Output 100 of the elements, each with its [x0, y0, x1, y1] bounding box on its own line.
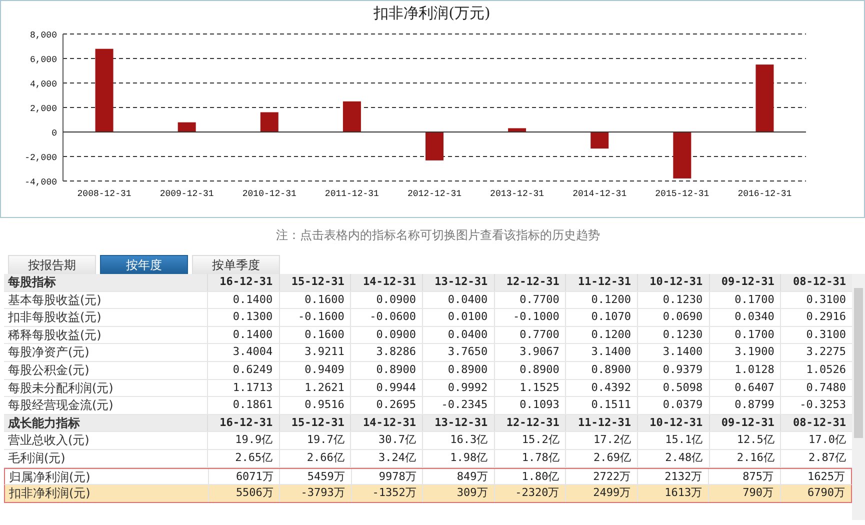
table-cell: 0.0400 [422, 326, 494, 344]
table-cell: 0.9516 [278, 397, 350, 414]
table-cell: 0.8900 [422, 362, 494, 379]
column-header: 16-12-31 [207, 414, 279, 432]
table-cell: 0.1861 [207, 397, 279, 414]
tab[interactable]: 按报告期 [8, 255, 96, 274]
table-cell: 0.0900 [350, 292, 422, 308]
tab[interactable]: 按年度 [100, 255, 188, 274]
table-cell: 1.78亿 [494, 450, 566, 467]
table-cell: 3.9067 [494, 344, 566, 361]
indicator-link[interactable]: 毛利润(元) [4, 450, 207, 467]
table-cell: 16.3亿 [422, 432, 494, 449]
table-cell: -3793万 [279, 485, 351, 502]
column-header: 12-12-31 [494, 274, 566, 291]
table-cell: 0.9379 [636, 362, 709, 379]
indicator-link[interactable]: 扣非每股收益(元) [4, 309, 207, 326]
bar [756, 64, 774, 132]
table-cell: 0.0340 [708, 309, 780, 326]
indicator-link[interactable]: 每股净资产(元) [4, 344, 207, 361]
table-cell: 3.1400 [565, 344, 637, 361]
column-header: 09-12-31 [708, 414, 780, 432]
bar [426, 132, 444, 160]
table-cell: 0.7700 [494, 292, 566, 308]
bar [590, 132, 609, 149]
table-cell: 15.2亿 [494, 432, 566, 449]
table-cell: 3.8286 [350, 344, 422, 361]
table-cell: 3.7650 [422, 344, 494, 361]
table-cell: 2.65亿 [207, 450, 279, 467]
table-cell: -0.1600 [278, 309, 350, 326]
table-cell: 5506万 [208, 485, 280, 502]
table-cell: 2.66亿 [278, 450, 350, 467]
table-cell: -0.0600 [350, 309, 422, 326]
section-header: 每股指标 [7, 274, 57, 291]
table-cell: 1.1525 [494, 380, 566, 396]
column-header: 14-12-31 [350, 274, 422, 291]
x-tick-label: 2015-12-31 [655, 189, 710, 199]
table-cell: 2.69亿 [565, 450, 637, 467]
table-cell: 0.8900 [565, 362, 637, 379]
table-cell: 1.1713 [207, 380, 279, 396]
y-tick-label: 2,000 [30, 104, 57, 114]
table-cell: 19.9亿 [207, 432, 279, 449]
table-cell: 3.1900 [708, 344, 780, 361]
column-header: 14-12-31 [350, 414, 422, 432]
hint-text: 注：点击表格内的指标名称可切换图片查看该指标的历史趋势 [276, 227, 600, 244]
indicator-link[interactable]: 稀释每股收益(元) [4, 326, 207, 344]
y-tick-label: -4,000 [24, 178, 57, 188]
y-tick-label: 0 [52, 128, 57, 138]
indicator-link[interactable]: 每股经营现金流(元) [4, 397, 207, 414]
table-cell: 12.5亿 [708, 432, 780, 449]
table-cell: 0.6407 [708, 380, 780, 396]
tab[interactable]: 按单季度 [192, 255, 280, 274]
table-cell: 0.8900 [494, 362, 566, 379]
table-cell: 1613万 [636, 485, 708, 502]
indicator-link[interactable]: 扣非净利润(元) [5, 485, 208, 502]
table-cell: 0.1093 [494, 397, 566, 414]
bar [673, 132, 692, 178]
x-tick-label: 2010-12-31 [242, 189, 296, 199]
indicator-link[interactable]: 每股公积金(元) [4, 362, 207, 379]
table-cell: 0.4392 [565, 380, 637, 396]
table-cell: 0.0100 [422, 309, 494, 326]
table-cell: 6790万 [780, 485, 851, 502]
table-cell: 3.24亿 [350, 450, 422, 467]
table-cell: 0.1300 [207, 309, 279, 326]
table-cell: 3.4004 [207, 344, 279, 361]
table-cell: 0.9992 [422, 380, 494, 396]
table-cell: 0.2695 [350, 397, 422, 414]
scroll-thumb[interactable] [854, 288, 863, 438]
table-cell: 0.1200 [565, 292, 637, 308]
table-cell: 2499万 [565, 485, 637, 502]
indicator-link[interactable]: 基本每股收益(元) [4, 292, 207, 308]
indicator-link[interactable]: 营业总收入(元) [4, 432, 207, 449]
table-cell: 0.8900 [350, 362, 422, 379]
table-cell: 790万 [708, 485, 780, 502]
x-tick-label: 2008-12-31 [77, 189, 132, 199]
y-tick-label: 4,000 [30, 80, 57, 90]
x-tick-label: 2013-12-31 [490, 189, 544, 199]
table-cell: 0.1511 [565, 397, 637, 414]
table-cell: 0.1600 [278, 326, 350, 344]
table-cell: 30.7亿 [350, 432, 422, 449]
bar [178, 122, 196, 132]
column-header: 16-12-31 [207, 274, 279, 291]
y-tick-label: -2,000 [24, 153, 57, 163]
table-cell: 0.1600 [278, 292, 350, 308]
table-cell: -2320万 [494, 485, 566, 502]
x-tick-label: 2011-12-31 [324, 189, 379, 199]
table-cell: 3.9211 [278, 344, 350, 361]
table-cell: 0.9409 [278, 362, 350, 379]
indicator-link[interactable]: 每股未分配利润(元) [4, 380, 207, 396]
column-header: 11-12-31 [565, 414, 637, 432]
column-header: 15-12-31 [278, 414, 350, 432]
table-cell: 15.1亿 [636, 432, 709, 449]
table-cell: 0.1230 [636, 326, 709, 344]
table-cell: 1.98亿 [422, 450, 494, 467]
scrollbar[interactable] [852, 274, 865, 520]
table-cell: 0.1400 [207, 326, 279, 344]
table-cell: 0.0900 [350, 326, 422, 344]
y-tick-label: 6,000 [30, 55, 57, 65]
indicator-link[interactable]: 归属净利润(元) [5, 468, 208, 486]
table-cell: -1352万 [350, 485, 422, 502]
column-header: 13-12-31 [422, 274, 494, 291]
